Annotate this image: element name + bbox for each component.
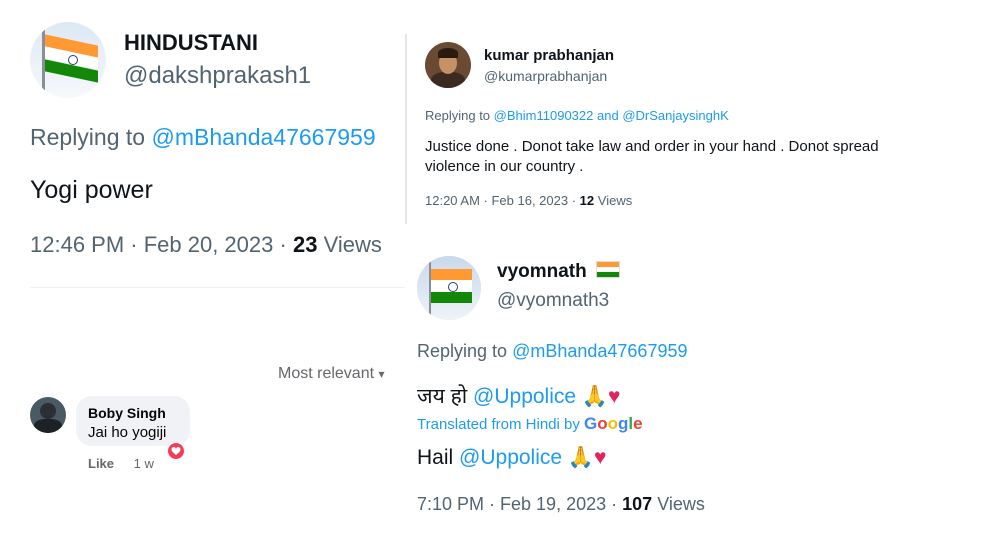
display-name-text: vyomnath (497, 261, 587, 282)
display-name[interactable]: kumar prabhanjan (484, 47, 614, 64)
hindi-text: जय हो (417, 385, 468, 408)
like-button[interactable]: Like (88, 456, 114, 471)
folded-hands-heart-emoji: 🙏♥ (567, 446, 607, 469)
tweet-text-line-2: violence in our country . (425, 158, 584, 175)
comment-bubble: Boby Singh Jai ho yogiji (76, 396, 190, 446)
mention-link[interactable]: @mBhanda47667959 (151, 124, 375, 150)
timestamp[interactable]: 12:20 AM · Feb 16, 2023 · (425, 193, 576, 208)
tweet-text: Yogi power (30, 176, 153, 204)
tweet-divider (30, 287, 405, 288)
timestamp[interactable]: 12:46 PM · Feb 20, 2023 · (30, 232, 287, 257)
translated-text: Hail (417, 446, 454, 469)
views-label: Views (323, 232, 382, 257)
tweet-text-translated: Hail @Uppolice 🙏♥ (417, 446, 607, 470)
user-handle[interactable]: @vyomnath3 (497, 290, 609, 312)
replying-to: Replying to @Bhim11090322 and @DrSanjays… (425, 108, 729, 123)
mention-uppolice[interactable]: @Uppolice (473, 385, 576, 408)
user-handle[interactable]: @kumarprabhanjan (484, 68, 607, 84)
and-text: and (597, 108, 619, 123)
translated-from-text: Translated from Hindi by (417, 416, 580, 433)
google-logo: Google (584, 414, 643, 433)
heart-icon (168, 443, 184, 459)
tweet-text-hindi: जय हो @Uppolice 🙏♥ (417, 382, 621, 410)
comment-actions: Like 1 w (88, 456, 154, 471)
india-flag-emoji (596, 261, 621, 278)
user-handle[interactable]: @dakshprakash1 (124, 62, 311, 90)
avatar-flag-vyomnath[interactable] (417, 256, 481, 320)
column-divider (405, 34, 407, 224)
mention-link-drsanjay[interactable]: @DrSanjaysinghK (622, 108, 728, 123)
sort-label: Most relevant (278, 365, 375, 382)
replying-to-label: Replying to (30, 124, 146, 150)
avatar-boby-singh[interactable] (30, 397, 66, 433)
views-count: 23 (292, 232, 318, 257)
avatar-kumar[interactable] (425, 42, 471, 88)
mention-link[interactable]: @mBhanda47667959 (512, 341, 687, 361)
views-count: 107 (622, 494, 653, 514)
folded-hands-heart-emoji: 🙏♥ (581, 385, 621, 408)
chevron-down-icon: ▾ (378, 367, 385, 381)
replying-to: Replying to @mBhanda47667959 (30, 124, 376, 151)
commenter-name[interactable]: Boby Singh (88, 405, 166, 421)
replying-to: Replying to @mBhanda47667959 (417, 341, 688, 362)
display-name[interactable]: HINDUSTANI (124, 30, 258, 56)
comment-age[interactable]: 1 w (134, 456, 154, 471)
comment-text: Jai ho yogiji (88, 424, 167, 441)
replying-to-label: Replying to (417, 341, 508, 361)
avatar-flag-hindustani[interactable] (30, 22, 106, 98)
reaction-badge[interactable] (167, 442, 185, 460)
translation-label[interactable]: Translated from Hindi by Google (417, 414, 643, 434)
mention-link-bhim[interactable]: @Bhim11090322 (494, 108, 594, 123)
views-label: Views (657, 494, 705, 514)
display-name[interactable]: vyomnath (497, 261, 621, 283)
timestamp[interactable]: 7:10 PM · Feb 19, 2023 · (417, 494, 617, 514)
views-count: 12 (579, 193, 595, 208)
tweet-meta: 12:20 AM · Feb 16, 2023 · 12 Views (425, 193, 632, 208)
tweet-meta: 7:10 PM · Feb 19, 2023 · 107 Views (417, 494, 705, 515)
mention-uppolice[interactable]: @Uppolice (459, 446, 562, 469)
sort-dropdown[interactable]: Most relevant ▾ (278, 365, 385, 383)
views-label: Views (597, 193, 633, 208)
replying-to-label: Replying to (425, 108, 491, 123)
tweet-text-line-1: Justice done . Donot take law and order … (425, 138, 879, 155)
tweet-meta: 12:46 PM · Feb 20, 2023 · 23 Views (30, 232, 382, 258)
